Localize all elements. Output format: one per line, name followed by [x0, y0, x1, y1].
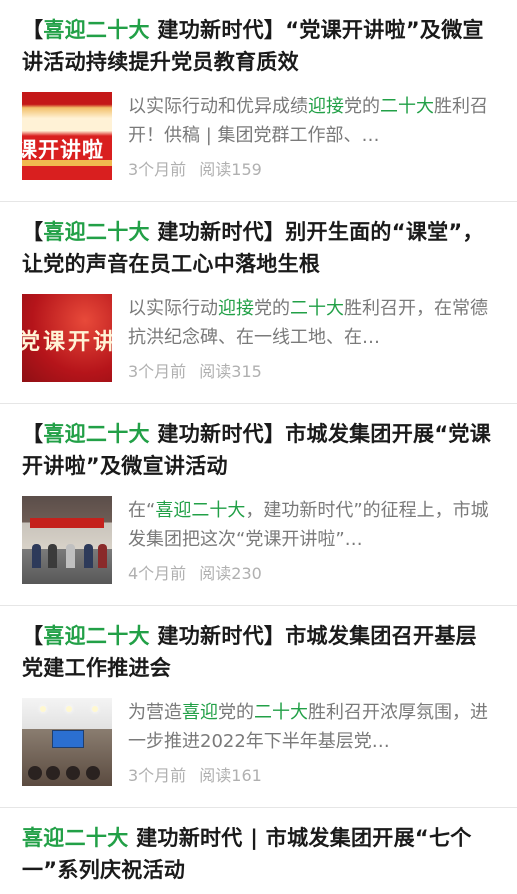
- article-reads: 阅读230: [199, 564, 262, 583]
- article-snippet: 为营造喜迎党的二十大胜利召开浓厚氛围，进一步推进2022年下半年基层党…: [128, 698, 495, 756]
- snippet-text: 以实际行动和优异成绩: [128, 96, 308, 117]
- snippet-keyword-highlight: 迎接: [308, 96, 344, 117]
- snippet-keyword-highlight: 喜迎: [182, 702, 218, 723]
- article-time: 3个月前: [128, 362, 187, 381]
- article-snippet: 以实际行动和优异成绩迎接党的二十大胜利召开！供稿 | 集团党群工作部、…: [128, 92, 495, 150]
- snippet-keyword-highlight: 迎接: [218, 298, 254, 319]
- article-meta: 4个月前 阅读230: [128, 560, 495, 584]
- article-time: 4个月前: [128, 564, 187, 583]
- article-item[interactable]: 【喜迎二十大 建功新时代】市城发集团召开基层党建工作推进会 为营造喜迎党的二十大…: [0, 606, 517, 808]
- article-title[interactable]: 【喜迎二十大 建功新时代】市城发集团召开基层党建工作推进会: [22, 620, 495, 684]
- article-time: 3个月前: [128, 766, 187, 785]
- snippet-keyword-highlight: 二十大: [254, 702, 308, 723]
- article-title[interactable]: 【喜迎二十大 建功新时代】“党课开讲啦”及微宣讲活动持续提升党员教育质效: [22, 14, 495, 78]
- article-thumbnail[interactable]: 课开讲啦: [22, 92, 112, 180]
- snippet-text: 在“: [128, 500, 156, 521]
- article-thumbnail[interactable]: [22, 496, 112, 584]
- snippet-text: 党的: [254, 298, 290, 319]
- article-meta: 3个月前 阅读159: [128, 156, 495, 180]
- article-thumbnail[interactable]: 党课开讲: [22, 294, 112, 382]
- snippet-text: 为营造: [128, 702, 182, 723]
- article-time: 3个月前: [128, 160, 187, 179]
- article-title[interactable]: 【喜迎二十大 建功新时代】市城发集团开展“党课开讲啦”及微宣讲活动: [22, 418, 495, 482]
- article-list: 【喜迎二十大 建功新时代】“党课开讲啦”及微宣讲活动持续提升党员教育质效 课开讲…: [0, 0, 517, 894]
- snippet-text: 党的: [344, 96, 380, 117]
- snippet-text: 党的: [218, 702, 254, 723]
- article-snippet: 以实际行动迎接党的二十大胜利召开，在常德抗洪纪念碑、在一线工地、在…: [128, 294, 495, 352]
- article-meta: 3个月前 阅读161: [128, 762, 495, 786]
- article-item[interactable]: 【喜迎二十大 建功新时代】市城发集团开展“党课开讲啦”及微宣讲活动 在“喜迎二十…: [0, 404, 517, 606]
- snippet-keyword-highlight: 二十大: [380, 96, 434, 117]
- article-thumbnail[interactable]: [22, 698, 112, 786]
- article-item[interactable]: 喜迎二十大 建功新时代 | 市城发集团开展“七个一”系列庆祝活动: [0, 808, 517, 894]
- article-reads: 阅读159: [199, 160, 262, 179]
- article-title[interactable]: 【喜迎二十大 建功新时代】别开生面的“课堂”，让党的声音在员工心中落地生根: [22, 216, 495, 280]
- article-reads: 阅读315: [199, 362, 262, 381]
- article-meta: 3个月前 阅读315: [128, 358, 495, 382]
- snippet-keyword-highlight: 二十大: [290, 298, 344, 319]
- article-snippet: 在“喜迎二十大，建功新时代”的征程上，市城发集团把这次“党课开讲啦”…: [128, 496, 495, 554]
- snippet-text: 以实际行动: [128, 298, 218, 319]
- article-item[interactable]: 【喜迎二十大 建功新时代】“党课开讲啦”及微宣讲活动持续提升党员教育质效 课开讲…: [0, 0, 517, 202]
- article-title[interactable]: 喜迎二十大 建功新时代 | 市城发集团开展“七个一”系列庆祝活动: [22, 822, 495, 886]
- article-reads: 阅读161: [199, 766, 262, 785]
- article-item[interactable]: 【喜迎二十大 建功新时代】别开生面的“课堂”，让党的声音在员工心中落地生根 党课…: [0, 202, 517, 404]
- snippet-keyword-highlight: 喜迎二十大: [155, 500, 246, 521]
